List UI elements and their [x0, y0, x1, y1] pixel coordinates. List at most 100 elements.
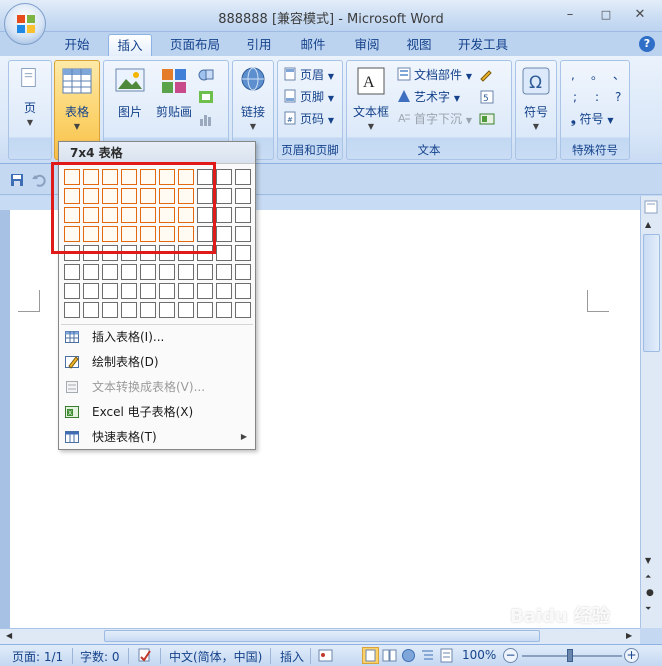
scroll-left-icon[interactable]: ◀ — [6, 631, 12, 640]
tab-developer[interactable]: 开发工具 — [452, 34, 514, 56]
ruler-toggle-icon[interactable] — [644, 200, 658, 214]
table-grid-cell[interactable] — [235, 207, 251, 223]
tab-mailings[interactable]: 邮件 — [294, 34, 332, 56]
table-grid-cell[interactable] — [197, 264, 213, 280]
table-grid-cell[interactable] — [197, 283, 213, 299]
table-grid-cell[interactable] — [216, 207, 232, 223]
table-grid-cell[interactable] — [235, 264, 251, 280]
save-icon[interactable] — [10, 173, 24, 187]
close-button[interactable]: ✕ — [630, 7, 650, 23]
zoom-out-button[interactable]: − — [503, 648, 518, 663]
table-grid-cell[interactable] — [83, 283, 99, 299]
previous-page-icon[interactable]: ⏶ — [645, 572, 651, 582]
table-grid-cell[interactable] — [83, 264, 99, 280]
tab-home[interactable]: 开始 — [56, 34, 98, 56]
draft-view-icon[interactable] — [438, 647, 455, 664]
vertical-scroll-thumb[interactable] — [643, 234, 660, 352]
insert-mode[interactable]: 插入 — [280, 648, 304, 665]
quick-tables-menu-item[interactable]: 快速表格(T) ▶ — [59, 425, 255, 449]
table-button[interactable]: 表格 ▼ — [59, 65, 95, 131]
tab-insert[interactable]: 插入 — [108, 34, 152, 56]
table-grid-cell[interactable] — [216, 169, 232, 185]
horizontal-scroll-thumb[interactable] — [104, 630, 540, 642]
zoom-slider-thumb[interactable] — [567, 649, 573, 662]
minimize-button[interactable]: – — [560, 7, 580, 23]
table-grid-cell[interactable] — [216, 264, 232, 280]
picture-button[interactable]: 图片 — [112, 65, 148, 120]
special-symbol-semicolon[interactable]: ; — [573, 87, 577, 107]
scroll-down-icon[interactable]: ▼ — [645, 556, 651, 565]
table-grid-cell[interactable] — [102, 264, 118, 280]
table-grid-cell[interactable] — [178, 264, 194, 280]
table-grid-cell[interactable] — [216, 302, 232, 318]
table-grid-cell[interactable] — [159, 264, 175, 280]
table-grid-cell[interactable] — [216, 283, 232, 299]
print-layout-icon[interactable] — [362, 647, 379, 664]
table-grid-cell[interactable] — [64, 264, 80, 280]
outline-view-icon[interactable] — [419, 647, 436, 664]
tab-page-layout[interactable]: 页面布局 — [164, 34, 226, 56]
pages-button[interactable]: 页 ▼ — [13, 65, 47, 127]
zoom-in-button[interactable]: + — [624, 648, 639, 663]
tab-review[interactable]: 审阅 — [348, 34, 386, 56]
proofing-icon[interactable] — [137, 648, 152, 663]
web-layout-icon[interactable] — [400, 647, 417, 664]
tab-view[interactable]: 视图 — [400, 34, 438, 56]
header-button[interactable]: 页眉 ▼ — [283, 65, 334, 85]
scroll-right-icon[interactable]: ▶ — [626, 631, 632, 640]
table-grid-cell[interactable] — [216, 226, 232, 242]
browse-object-icon[interactable]: ● — [646, 588, 654, 598]
page-count[interactable]: 页面: 1/1 — [12, 648, 63, 665]
special-symbol-period[interactable]: 。 — [591, 65, 603, 85]
undo-icon[interactable] — [32, 173, 46, 187]
vertical-scrollbar[interactable]: ▲ ▼ ⏶ ● ⏷ — [640, 196, 662, 628]
symbol-button[interactable]: Ω 符号 ▼ — [518, 65, 554, 131]
table-grid-cell[interactable] — [140, 302, 156, 318]
next-page-icon[interactable]: ⏷ — [645, 604, 651, 614]
table-grid-cell[interactable] — [102, 283, 118, 299]
date-time-icon[interactable]: 5 — [479, 89, 495, 105]
table-grid-cell[interactable] — [178, 283, 194, 299]
table-grid-cell[interactable] — [121, 264, 137, 280]
table-grid-cell[interactable] — [159, 283, 175, 299]
table-grid-cell[interactable] — [140, 283, 156, 299]
word-count[interactable]: 字数: 0 — [80, 648, 120, 665]
special-symbol-more-button[interactable]: ❟ 符号 ▼ — [571, 109, 614, 129]
smartart-icon[interactable] — [198, 89, 214, 105]
special-symbol-colon[interactable]: : — [595, 87, 599, 107]
table-grid-cell[interactable] — [140, 264, 156, 280]
object-icon[interactable] — [479, 111, 495, 127]
table-grid-cell[interactable] — [235, 226, 251, 242]
horizontal-scrollbar[interactable]: ◀ ▶ — [0, 628, 640, 644]
clipart-button[interactable]: 剪贴画 — [152, 65, 196, 120]
office-button[interactable] — [4, 3, 46, 45]
insert-table-menu-item[interactable]: 插入表格(I)... — [59, 325, 255, 349]
draw-table-menu-item[interactable]: 绘制表格(D) — [59, 350, 255, 374]
special-symbol-enumeration[interactable]: 、 — [613, 65, 625, 85]
scroll-up-icon[interactable]: ▲ — [645, 220, 651, 229]
table-grid-cell[interactable] — [102, 302, 118, 318]
tab-references[interactable]: 引用 — [240, 34, 278, 56]
table-grid-cell[interactable] — [159, 302, 175, 318]
convert-text-to-table-menu-item[interactable]: 文本转换成表格(V)... — [59, 375, 255, 399]
table-grid-cell[interactable] — [235, 169, 251, 185]
table-grid-cell[interactable] — [83, 302, 99, 318]
signature-line-icon[interactable] — [479, 67, 495, 83]
table-grid-cell[interactable] — [121, 302, 137, 318]
table-grid-cell[interactable] — [235, 302, 251, 318]
link-button[interactable]: 链接 ▼ — [235, 65, 271, 131]
dropcap-button[interactable]: A 首字下沉 ▼ — [397, 109, 472, 129]
help-icon[interactable]: ? — [639, 36, 655, 52]
macro-recording-icon[interactable] — [318, 648, 333, 663]
table-grid-cell[interactable] — [178, 302, 194, 318]
textbox-button[interactable]: A 文本框 ▼ — [349, 65, 393, 131]
chart-icon[interactable] — [198, 111, 214, 127]
table-grid-cell[interactable] — [235, 283, 251, 299]
quickparts-button[interactable]: 文档部件 ▼ — [397, 65, 472, 85]
language-indicator[interactable]: 中文(简体，中国) — [169, 648, 262, 665]
shapes-icon[interactable] — [198, 67, 214, 83]
page-number-button[interactable]: # 页码 ▼ — [283, 109, 334, 129]
wordart-button[interactable]: 艺术字 ▼ — [397, 87, 460, 107]
table-grid-cell[interactable] — [197, 302, 213, 318]
table-grid-cell[interactable] — [216, 188, 232, 204]
